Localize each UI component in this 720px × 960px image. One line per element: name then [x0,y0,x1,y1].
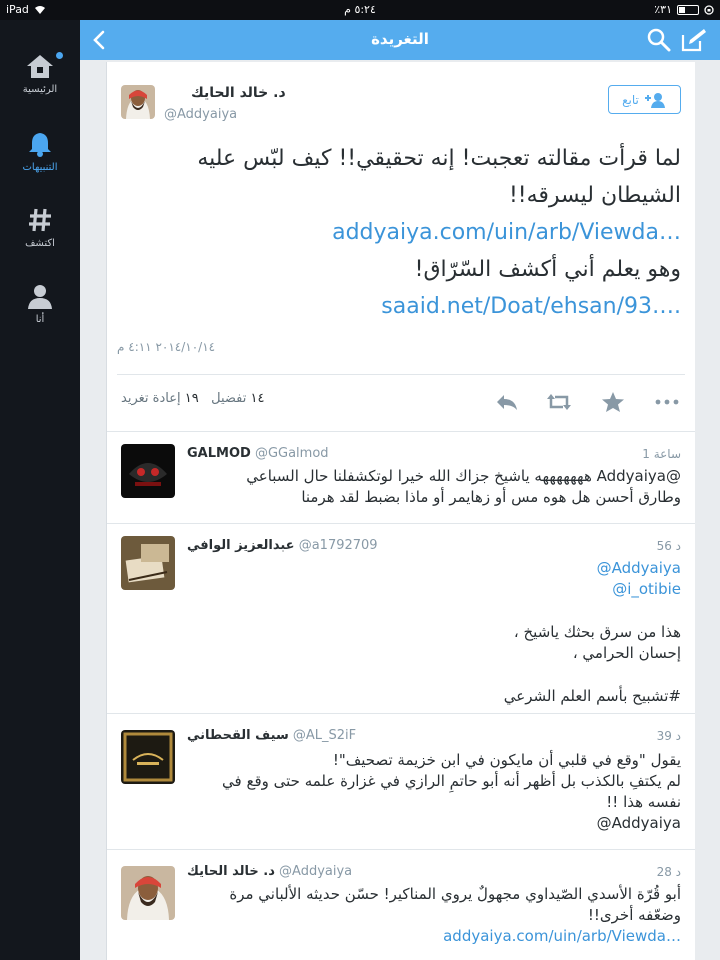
reply-author-name: د. خالد الحايك [187,864,275,879]
reply-text: أبو قُرّة الأسدي الصّيداوي مجهولٌ يروي ا… [187,884,681,947]
reply-line: أبو قُرّة الأسدي الصّيداوي مجهولٌ يروي ا… [229,885,681,903]
sidebar-item-label: أنا [35,314,45,325]
retweet-icon[interactable] [545,390,573,414]
sidebar-item-home[interactable]: الرئيسية [0,52,80,95]
reply-author-name: عبدالعزيز الوافي [187,538,295,553]
battery-icon [677,4,699,15]
sidebar-item-notifications[interactable]: التنبيهات [0,130,80,173]
home-icon [27,55,53,78]
reply-line: وضعّفه أخرى!! [587,906,681,924]
reply-time: 56 د [656,539,681,553]
bell-icon [29,133,51,157]
reply-author[interactable]: سيف القحطاني @AL_S2iF [187,728,356,743]
reply-author[interactable]: عبدالعزيز الوافي @a1792709 [187,538,378,553]
avatar[interactable] [121,536,175,590]
tweet-link-1[interactable]: addyaiya.com/uin/arb/Viewda… [121,214,681,251]
reply-time: 28 د [656,865,681,879]
reply-line: يقول "وقع في قلبي أن مايكون في ابن خزيمة… [332,751,681,769]
reply-text: يقول "وقع في قلبي أن مايكون في ابن خزيمة… [187,750,681,834]
add-user-icon [644,92,665,108]
avatar[interactable] [121,85,155,119]
reply-author[interactable]: د. خالد الحايك @Addyaiya [187,864,352,879]
sidebar-item-me[interactable]: أنا [0,282,80,325]
mention-link[interactable]: @Addyaiya [187,813,681,834]
reply-author-name: GALMOD [187,446,251,461]
reply-icon[interactable] [493,390,521,414]
battery-percent: ٪٣١ [654,3,672,16]
reply-text: @Addyaiya هههههههه ياشيخ جزاك الله خيرا … [187,466,681,508]
reply-tweet[interactable]: د. خالد الحايك @Addyaiya 28 د أبو قُرّة … [107,850,695,960]
mention-link[interactable]: @i_otibie [187,579,681,600]
divider [117,374,685,375]
sidebar-item-discover[interactable]: اكتشف [0,206,80,249]
reply-author-handle: @a1792709 [298,538,378,553]
favorites-stat[interactable]: ١٤ تفضيل [211,391,264,406]
person-icon [28,285,52,309]
page-title: التغريدة [371,30,429,48]
reply-tweet[interactable]: سيف القحطاني @AL_S2iF 39 د يقول "وقع في … [107,714,695,850]
follow-label: تابع [622,92,639,107]
search-icon[interactable] [646,27,672,53]
unread-dot [56,52,63,59]
sidebar-item-label: التنبيهات [22,162,58,173]
tweet-text: لما قرأت مقالته تعجبت! إنه تحقيقي!! كيف … [197,146,681,208]
reply-author-handle: @GGalmod [254,446,329,461]
tweet-body: لما قرأت مقالته تعجبت! إنه تحقيقي!! كيف … [121,140,681,325]
reply-line: وطارق أحسن هل هوه مس أو زهايمر أو ماذا ب… [301,488,681,506]
reply-line: هذا من سرق بحثك ياشيخ ، [513,623,681,641]
status-bar: iPad ٥:٢٤ م ٪٣١ [0,0,720,20]
tweet-stats: ١٤ تفضيل ١٩ إعادة تغريد [121,391,264,406]
tweet-panel: د. خالد الحايك @Addyaiya تابع لما قرأت م… [106,62,695,960]
tweet-text: وهو يعلم أني أكشف السّرّاق! [414,257,681,282]
rotation-lock-icon [704,4,714,15]
tweet-link-2[interactable]: saaid.net/Doat/ehsan/93…. [121,288,681,325]
reply-author-handle: @Addyaiya [279,864,353,879]
avatar[interactable] [121,444,175,498]
hashtag-icon [29,208,51,232]
sidebar-item-label: اكتشف [25,238,55,249]
author-name[interactable]: د. خالد الحايك [191,85,286,101]
reply-time: 1 ساعة [642,447,681,461]
sidebar-item-label: الرئيسية [22,84,58,95]
reply-line: @Addyaiya هههههههه ياشيخ جزاك الله خيرا … [246,467,681,485]
reply-time: 39 د [656,729,681,743]
avatar[interactable] [121,866,175,920]
status-time: ٥:٢٤ م [344,3,376,16]
retweets-stat[interactable]: ١٩ إعادة تغريد [121,391,199,406]
status-right: ٪٣١ [654,3,714,16]
reply-author-name: سيف القحطاني [187,728,289,743]
main-tweet: د. خالد الحايك @Addyaiya تابع لما قرأت م… [107,62,695,432]
avatar[interactable] [121,730,175,784]
reply-text: @Addyaiya @i_otibie هذا من سرق بحثك ياشي… [187,558,681,707]
top-navbar: التغريدة [80,20,720,60]
tweet-date: ٢٠١٤/١٠/١٤ ٤:١١ م [117,340,216,354]
reply-author-handle: @AL_S2iF [292,728,357,743]
reply-line: نفسه هذا !! [606,793,681,811]
more-dots-icon[interactable] [653,390,681,414]
reply-link[interactable]: addyaiya.com/uin/arb/Viewda… [187,926,681,947]
mention-link[interactable]: @Addyaiya [187,558,681,579]
favorite-star-icon[interactable] [599,390,627,414]
author-handle[interactable]: @Addyaiya [164,107,237,122]
hashtag-link[interactable]: #تشبيح بأسم العلم الشرعي [187,686,681,707]
follow-button[interactable]: تابع [608,85,681,114]
reply-line: لم يكتفِ بالكذب بل أظهر أنه أبو حاتمِ ال… [222,772,681,790]
reply-line: إحسان الحرامي ، [572,644,681,662]
compose-icon[interactable] [680,27,708,53]
reply-tweet[interactable]: GALMOD @GGalmod 1 ساعة @Addyaiya ههههههه… [107,432,695,524]
reply-tweet[interactable]: عبدالعزيز الوافي @a1792709 56 د @Addyaiy… [107,524,695,714]
sidebar: الرئيسية التنبيهات اكتشف أنا [0,20,80,960]
main-area: التغريدة د. خالد الحايك @Addyaiya تابع ل… [80,20,720,960]
reply-author[interactable]: GALMOD @GGalmod [187,446,329,461]
